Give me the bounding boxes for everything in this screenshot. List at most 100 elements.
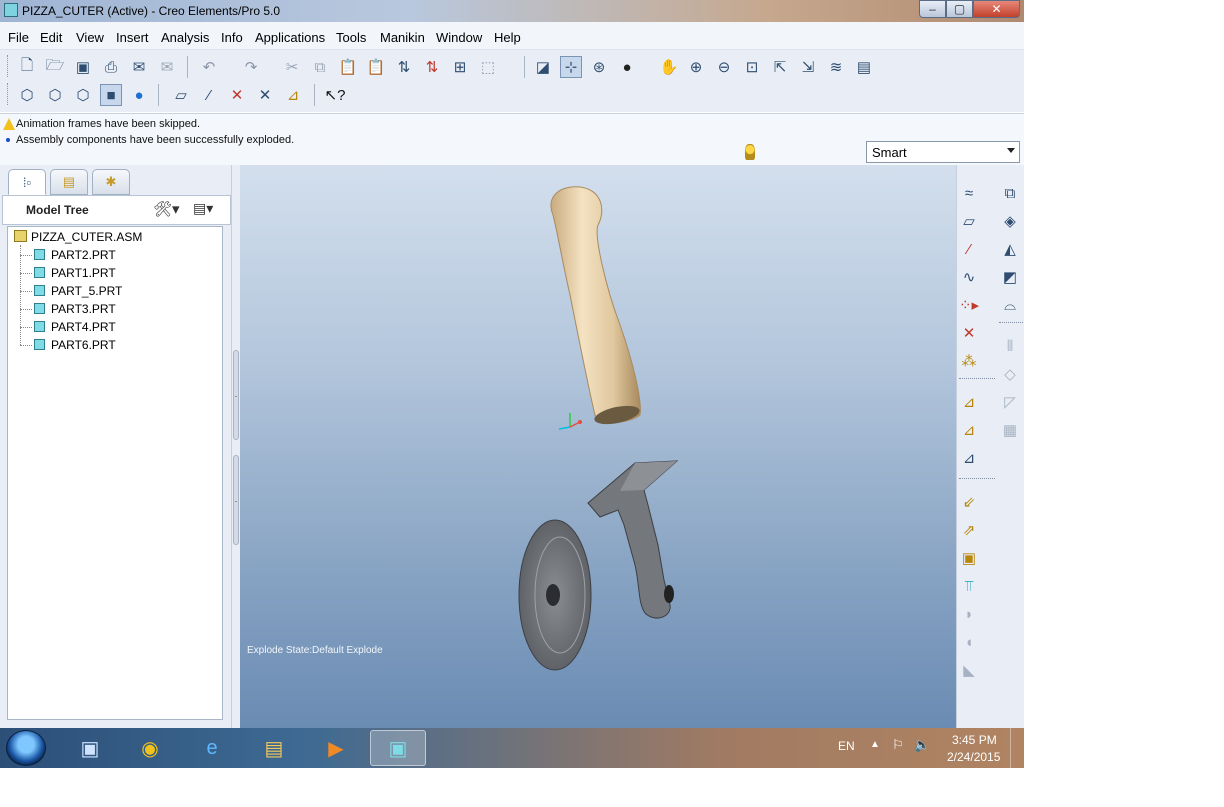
tab-model-tree[interactable]: ⁞▫ (8, 169, 46, 195)
menu-analysis[interactable]: Analysis (161, 30, 209, 45)
menu-help[interactable]: Help (494, 30, 521, 45)
unexplode-view-icon[interactable]: ⇗ (958, 519, 980, 541)
language-indicator[interactable]: EN (838, 739, 855, 753)
save-icon[interactable]: ▣ (72, 56, 94, 78)
wireframe-icon[interactable]: ⬡ (16, 84, 38, 106)
selection-box-icon[interactable]: ⬚ (477, 56, 499, 78)
saved-views-icon[interactable]: ⇲ (797, 56, 819, 78)
explode-view-icon[interactable]: ⇙ (958, 491, 980, 513)
merge-icon[interactable]: ◇ (999, 363, 1021, 385)
datum-curve-icon[interactable]: ∿ (958, 266, 980, 288)
show-desktop-button[interactable] (1010, 728, 1024, 768)
handle-part[interactable] (550, 186, 641, 428)
lightbulb-icon[interactable] (745, 144, 755, 160)
send-mail-icon[interactable]: ✉ (128, 56, 150, 78)
reorient-icon[interactable]: ⇱ (769, 56, 791, 78)
tree-settings-icon[interactable]: 🛠▾ (153, 200, 180, 218)
tree-show-icon[interactable]: ▤▾ (193, 200, 213, 217)
creo-taskbar-icon[interactable]: ▣ (370, 730, 426, 766)
volume-icon[interactable]: 🔈 (914, 737, 930, 753)
zoom-out-icon[interactable]: ⊖ (713, 56, 735, 78)
shading-icon[interactable]: ■ (100, 84, 122, 106)
sweep-icon[interactable]: ◭ (999, 238, 1021, 260)
tree-part-item[interactable]: PART_5.PRT (8, 282, 208, 300)
regenerate-icon[interactable]: ⇅ (393, 56, 415, 78)
view-manager-icon[interactable]: ▤ (853, 56, 875, 78)
mirror-icon[interactable]: ⫴ (999, 335, 1021, 357)
collapse-handle[interactable]: · (233, 350, 239, 440)
tree-part-item[interactable]: PART4.PRT (8, 318, 208, 336)
analysis-feature-icon[interactable]: ⁂ (958, 350, 980, 372)
cut-icon[interactable]: ✂ (281, 56, 303, 78)
send-link-icon[interactable]: ✉ (156, 56, 178, 78)
redo-icon[interactable]: ↷ (240, 56, 262, 78)
copy-icon[interactable]: ⧉ (309, 56, 331, 78)
pattern-icon[interactable]: ▦ (999, 419, 1021, 441)
refit-icon[interactable]: ⊡ (741, 56, 763, 78)
maximize-button[interactable]: ▢ (946, 0, 973, 18)
paste-icon[interactable]: 📋 (337, 56, 359, 78)
minimize-button[interactable]: ‒ (919, 0, 946, 18)
datum-plane-tool-icon[interactable]: ▱ (958, 210, 980, 232)
clock-date[interactable]: 2/24/2015 (947, 750, 1000, 764)
blend-icon[interactable]: ◩ (999, 266, 1021, 288)
graphics-viewport[interactable]: Explode State:Default Explode (240, 165, 956, 728)
appearance-sphere-icon[interactable]: ● (616, 56, 638, 78)
media-player-icon[interactable]: ▶ (308, 730, 364, 766)
trim-icon[interactable]: ◸ (999, 391, 1021, 413)
new-file-icon[interactable]: 🗋 (16, 56, 38, 78)
datum-point-tool-icon[interactable]: ⁘▸ (958, 294, 980, 316)
hidden-line-icon[interactable]: ⬡ (44, 84, 66, 106)
no-hidden-icon[interactable]: ⬡ (72, 84, 94, 106)
network-icon[interactable]: ⚐ (892, 737, 904, 753)
datum-axis-tool-icon[interactable]: ⁄ (958, 238, 980, 260)
internet-explorer-icon[interactable]: e (184, 730, 240, 766)
assemble-icon[interactable]: ⊿ (958, 391, 980, 413)
toolbar-grip[interactable] (7, 83, 10, 105)
menu-info[interactable]: Info (221, 30, 243, 45)
edit-definition-icon[interactable]: ⧉ (999, 182, 1021, 204)
annotation-display-icon[interactable]: ⊿ (282, 84, 304, 106)
repaint-icon[interactable]: ◪ (532, 56, 554, 78)
layers-icon[interactable]: ≋ (825, 56, 847, 78)
menu-edit[interactable]: Edit (40, 30, 62, 45)
orient-mode-icon[interactable]: ⊛ (588, 56, 610, 78)
chamfer-icon[interactable]: ◖ (958, 631, 980, 653)
edit-position-icon[interactable]: ▣ (958, 547, 980, 569)
menu-manikin[interactable]: Manikin (380, 30, 425, 45)
close-button[interactable]: ✕ (973, 0, 1020, 18)
open-folder-icon[interactable]: 🗁 (44, 56, 66, 78)
paste-special-icon[interactable]: 📋 (365, 56, 387, 78)
spin-center-icon[interactable]: ⊹ (560, 56, 582, 78)
pan-hand-icon[interactable]: ✋ (658, 56, 680, 78)
cutting-wheel-part[interactable] (518, 519, 592, 671)
toolbar-grip[interactable] (7, 55, 10, 77)
revolve-icon[interactable]: ◈ (999, 210, 1021, 232)
datum-axes-icon[interactable]: ⁄ (198, 84, 220, 106)
tree-part-item[interactable]: PART6.PRT (8, 336, 208, 354)
enhanced-realism-icon[interactable]: ● (128, 84, 150, 106)
datum-points-icon[interactable]: ✕ (226, 84, 248, 106)
toggle-offset-lines-icon[interactable]: ⫪ (958, 575, 980, 597)
start-button[interactable] (6, 730, 46, 766)
context-help-icon[interactable]: ↖? (324, 84, 346, 106)
package-icon[interactable]: ⊿ (958, 419, 980, 441)
expand-handle[interactable]: · (233, 455, 239, 545)
tree-part-item[interactable]: PART2.PRT (8, 246, 208, 264)
boundary-blend-icon[interactable]: ⌓ (999, 294, 1021, 316)
find-icon[interactable]: ⊞ (449, 56, 471, 78)
menu-tools[interactable]: Tools (336, 30, 366, 45)
zoom-in-icon[interactable]: ⊕ (685, 56, 707, 78)
file-explorer-icon[interactable]: ▤ (246, 730, 302, 766)
round-icon[interactable]: ◗ (958, 603, 980, 625)
draft-icon[interactable]: ◣ (958, 659, 980, 681)
tab-folder-browser[interactable]: ▤ (50, 169, 88, 195)
create-component-icon[interactable]: ⊿ (958, 447, 980, 469)
coordinate-system-tool-icon[interactable]: ✕ (958, 322, 980, 344)
datum-planes-icon[interactable]: ▱ (170, 84, 192, 106)
panel-splitter[interactable]: · · (231, 165, 240, 728)
tab-favorites[interactable]: ✱ (92, 169, 130, 195)
clock-time[interactable]: 3:45 PM (952, 733, 997, 747)
menu-file[interactable]: File (8, 30, 29, 45)
explorer-window-icon[interactable]: ▣ (62, 730, 118, 766)
